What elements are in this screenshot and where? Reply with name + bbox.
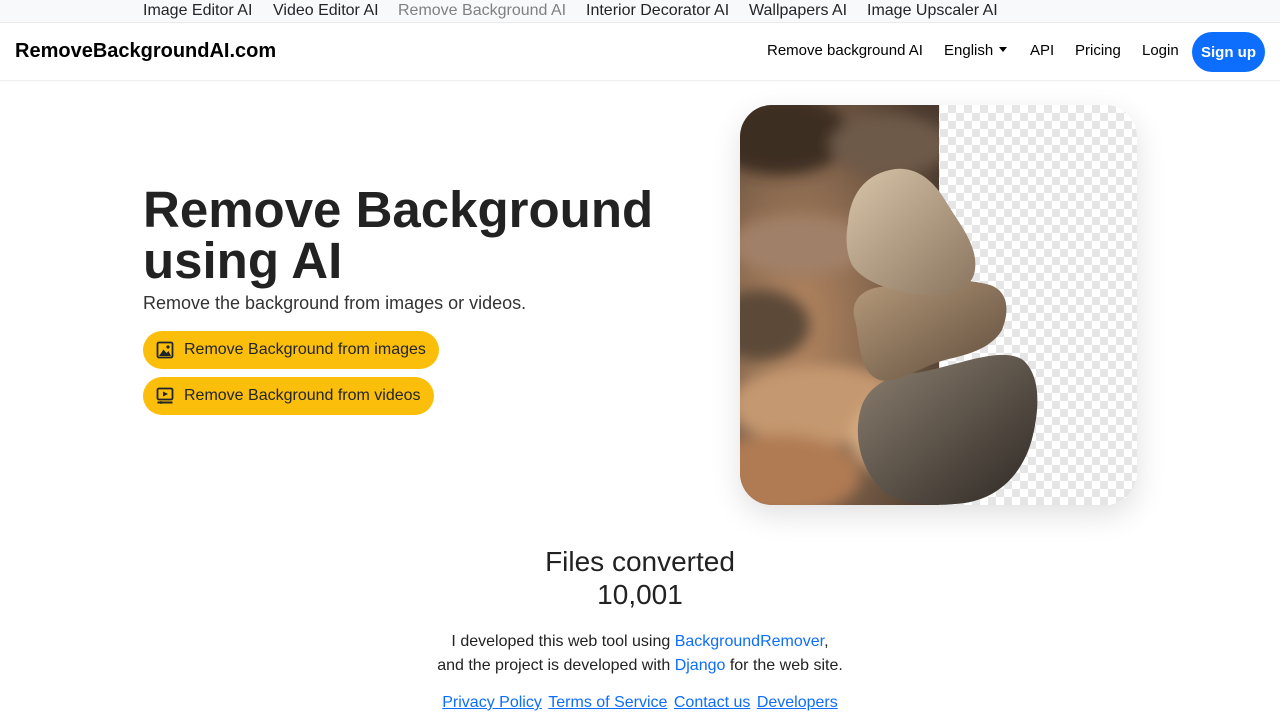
credits-line-2: and the project is developed with Django… <box>0 654 1280 678</box>
remove-bg-videos-button[interactable]: Remove Background from videos <box>143 377 434 415</box>
top-tools-strip: Image Editor AI Video Editor AI Remove B… <box>0 0 1280 23</box>
image-icon <box>156 341 174 359</box>
hero-subtitle: Remove the background from images or vid… <box>143 293 527 313</box>
remove-bg-videos-label: Remove Background from videos <box>184 387 421 404</box>
credits-line1-suffix: , <box>824 633 829 650</box>
tool-link-image-editor[interactable]: Image Editor AI <box>143 2 252 20</box>
video-icon <box>156 387 174 405</box>
developers-link[interactable]: Developers <box>757 694 838 711</box>
tool-link-image-upscaler[interactable]: Image Upscaler AI <box>867 2 998 20</box>
credits-line-1: I developed this web tool using Backgrou… <box>0 630 1280 654</box>
files-converted-count: 10,001 <box>597 579 683 610</box>
django-link[interactable]: Django <box>675 657 726 674</box>
before-after-preview-image <box>740 105 1137 505</box>
backgroundremover-link[interactable]: BackgroundRemover <box>675 633 824 650</box>
language-dropdown[interactable]: English <box>944 42 1008 59</box>
contact-us-link[interactable]: Contact us <box>674 694 750 711</box>
navbar: RemoveBackgroundAI.com Remove background… <box>0 23 1280 81</box>
credits-line1-prefix: I developed this web tool using <box>451 633 675 650</box>
language-label: English <box>944 42 994 59</box>
tool-link-interior-decorator[interactable]: Interior Decorator AI <box>586 2 729 20</box>
files-converted-label: Files converted <box>545 546 735 577</box>
caret-down-icon <box>999 46 1008 52</box>
hero-title: Remove Background using AI <box>143 181 654 289</box>
tool-link-wallpapers[interactable]: Wallpapers AI <box>749 2 847 20</box>
nav-link-api[interactable]: API <box>1030 42 1054 59</box>
brand-logo[interactable]: RemoveBackgroundAI.com <box>15 40 276 63</box>
tool-link-remove-background[interactable]: Remove Background AI <box>398 2 566 20</box>
remove-bg-images-button[interactable]: Remove Background from images <box>143 331 439 369</box>
footer-links: Privacy Policy Terms of Service Contact … <box>0 694 1280 712</box>
signup-button[interactable]: Sign up <box>1192 32 1265 72</box>
nav-link-pricing[interactable]: Pricing <box>1075 42 1121 59</box>
tool-link-video-editor[interactable]: Video Editor AI <box>273 2 379 20</box>
nav-link-login[interactable]: Login <box>1142 42 1179 59</box>
credits-line2-prefix: and the project is developed with <box>437 657 675 674</box>
credits-text: I developed this web tool using Backgrou… <box>0 630 1280 678</box>
remove-bg-images-label: Remove Background from images <box>184 341 426 358</box>
nav-link-remove-background[interactable]: Remove background AI <box>767 42 923 59</box>
terms-of-service-link[interactable]: Terms of Service <box>548 694 667 711</box>
credits-line2-suffix: for the web site. <box>725 657 843 674</box>
privacy-policy-link[interactable]: Privacy Policy <box>442 694 542 711</box>
